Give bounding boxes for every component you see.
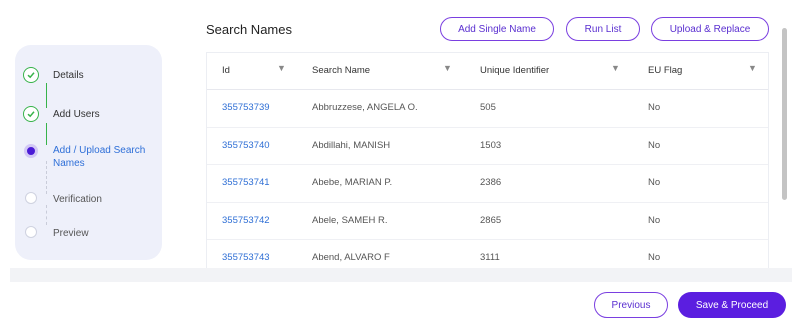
step-connector: [46, 83, 47, 108]
row-unique-identifier: 3111: [480, 252, 500, 264]
filter-icon[interactable]: ▼: [611, 63, 620, 73]
previous-button[interactable]: Previous: [594, 292, 668, 318]
table-row[interactable]: 355753741 Abebe, MARIAN P. 2386 No: [207, 164, 768, 203]
divider-band: [10, 268, 792, 282]
row-eu-flag: No: [648, 139, 661, 151]
table-row[interactable]: 355753739 Abbruzzese, ANGELA O. 505 No: [207, 89, 768, 128]
filter-icon[interactable]: ▼: [277, 63, 286, 73]
column-label: Id: [222, 65, 230, 76]
table-header-row: Id ▼ Search Name ▼ Unique Identifier ▼ E…: [207, 53, 768, 90]
filter-icon[interactable]: ▼: [443, 63, 452, 73]
column-label: EU Flag: [648, 65, 683, 76]
row-unique-identifier: 1503: [480, 139, 502, 151]
step-connector: [46, 123, 47, 145]
column-header-eu-flag[interactable]: EU Flag ▼: [633, 53, 768, 90]
row-unique-identifier: 2386: [480, 177, 502, 189]
row-search-name: Abebe, MARIAN P.: [312, 177, 393, 189]
column-label: Unique Identifier: [480, 65, 550, 76]
step-label: Details: [53, 70, 84, 81]
page-title: Search Names: [206, 22, 292, 37]
row-search-name: Abele, SAMEH R.: [312, 214, 388, 226]
row-unique-identifier: 505: [480, 102, 496, 113]
row-eu-flag: No: [648, 252, 661, 264]
row-id-link[interactable]: 355753740: [222, 140, 270, 151]
add-single-name-button[interactable]: Add Single Name: [440, 17, 554, 41]
step-label: Add / Upload Search Names: [53, 145, 146, 169]
table-row[interactable]: 355753740 Abdillahi, MANISH 1503 No: [207, 127, 768, 166]
column-header-id[interactable]: Id ▼: [207, 53, 297, 90]
step-connector: [46, 161, 47, 194]
pending-step-icon: [25, 192, 37, 204]
row-id-link[interactable]: 355753739: [222, 102, 270, 113]
column-label: Search Name: [312, 65, 371, 76]
step-label: Verification: [53, 194, 102, 205]
check-icon: [23, 106, 39, 122]
row-id-link[interactable]: 355753742: [222, 215, 270, 226]
search-names-table: Id ▼ Search Name ▼ Unique Identifier ▼ E…: [206, 52, 769, 280]
table-row[interactable]: 355753742 Abele, SAMEH R. 2865 No: [207, 202, 768, 241]
step-label: Preview: [53, 228, 89, 239]
upload-replace-button[interactable]: Upload & Replace: [651, 17, 769, 41]
current-step-icon: [24, 144, 38, 158]
pending-step-icon: [25, 226, 37, 238]
vertical-scrollbar[interactable]: [782, 28, 787, 200]
filter-icon[interactable]: ▼: [748, 63, 757, 73]
row-search-name: Abbruzzese, ANGELA O.: [312, 102, 418, 113]
step-connector: [46, 205, 47, 225]
column-header-unique-identifier[interactable]: Unique Identifier ▼: [465, 53, 633, 90]
row-search-name: Abdillahi, MANISH: [312, 139, 391, 151]
save-proceed-button[interactable]: Save & Proceed: [678, 292, 786, 318]
row-search-name: Abend, ALVARO F: [312, 252, 390, 264]
column-header-search-name[interactable]: Search Name ▼: [297, 53, 465, 90]
row-eu-flag: No: [648, 214, 661, 226]
check-icon: [23, 67, 39, 83]
row-id-link[interactable]: 355753741: [222, 177, 270, 188]
row-id-link[interactable]: 355753743: [222, 252, 270, 263]
step-label: Add Users: [53, 109, 100, 120]
row-eu-flag: No: [648, 102, 661, 113]
row-unique-identifier: 2865: [480, 214, 502, 226]
run-list-button[interactable]: Run List: [566, 17, 640, 41]
row-eu-flag: No: [648, 177, 661, 189]
progress-stepper: Details Add Users Add / Upload Search Na…: [15, 45, 162, 260]
